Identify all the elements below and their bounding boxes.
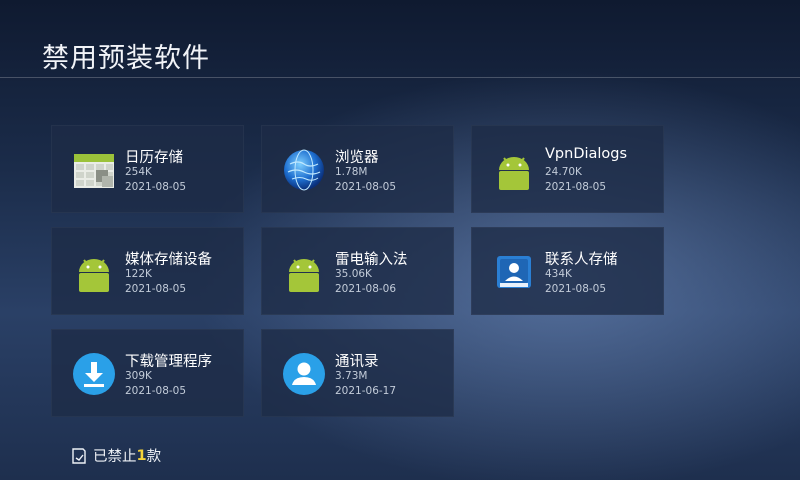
app-date: 2021-08-05 bbox=[125, 385, 187, 397]
app-name: 联系人存储 bbox=[545, 252, 618, 268]
app-name: 媒体存储设备 bbox=[125, 252, 212, 268]
app-date: 2021-08-05 bbox=[125, 283, 187, 295]
android-icon bbox=[72, 250, 116, 294]
contacts-storage-icon bbox=[492, 250, 536, 294]
app-name: 日历存储 bbox=[125, 150, 183, 166]
app-name: 通讯录 bbox=[335, 354, 379, 370]
page-title: 禁用预装软件 bbox=[42, 43, 210, 74]
app-date: 2021-08-05 bbox=[125, 181, 187, 193]
app-card[interactable]: 日历存储 254K 2021-08-05 bbox=[51, 125, 244, 213]
calendar-storage-icon bbox=[72, 148, 116, 192]
app-size: 309K bbox=[125, 370, 152, 382]
app-card[interactable]: 通讯录 3.73M 2021-06-17 bbox=[261, 329, 454, 417]
app-card[interactable]: VpnDialogs 24.70K 2021-08-05 bbox=[471, 125, 664, 213]
android-icon bbox=[492, 148, 536, 192]
person-icon bbox=[282, 352, 326, 396]
app-card[interactable]: 浏览器 1.78M 2021-08-05 bbox=[261, 125, 454, 213]
app-grid: 日历存储 254K 2021-08-05 浏览器 1.78M 2021-08-0… bbox=[51, 125, 664, 417]
app-size: 3.73M bbox=[335, 370, 368, 382]
app-card[interactable]: 下载管理程序 309K 2021-08-05 bbox=[51, 329, 244, 417]
note-icon bbox=[72, 447, 86, 464]
app-size: 254K bbox=[125, 166, 152, 178]
app-date: 2021-08-05 bbox=[545, 181, 607, 193]
disabled-count-status: 已禁止 1 款 bbox=[72, 445, 161, 466]
app-size: 434K bbox=[545, 268, 572, 280]
app-date: 2021-08-05 bbox=[545, 283, 607, 295]
app-size: 1.78M bbox=[335, 166, 368, 178]
app-card[interactable]: 雷电输入法 35.06K 2021-08-06 bbox=[261, 227, 454, 315]
app-card[interactable]: 媒体存储设备 122K 2021-08-05 bbox=[51, 227, 244, 315]
app-name: VpnDialogs bbox=[545, 146, 628, 162]
app-size: 35.06K bbox=[335, 268, 372, 280]
app-card[interactable]: 联系人存储 434K 2021-08-05 bbox=[471, 227, 664, 315]
app-date: 2021-08-06 bbox=[335, 283, 397, 295]
status-prefix: 已禁止 bbox=[93, 449, 137, 465]
app-name: 下载管理程序 bbox=[125, 354, 212, 370]
globe-icon bbox=[282, 148, 326, 192]
android-icon bbox=[282, 250, 326, 294]
disabled-count: 1 bbox=[136, 447, 147, 464]
app-date: 2021-06-17 bbox=[335, 385, 397, 397]
app-size: 122K bbox=[125, 268, 152, 280]
status-suffix: 款 bbox=[146, 449, 162, 465]
download-icon bbox=[72, 352, 116, 396]
app-date: 2021-08-05 bbox=[335, 181, 397, 193]
app-name: 浏览器 bbox=[335, 150, 379, 166]
header-bar: 禁用预装软件 bbox=[0, 0, 800, 78]
app-size: 24.70K bbox=[545, 166, 582, 178]
app-name: 雷电输入法 bbox=[335, 252, 408, 268]
